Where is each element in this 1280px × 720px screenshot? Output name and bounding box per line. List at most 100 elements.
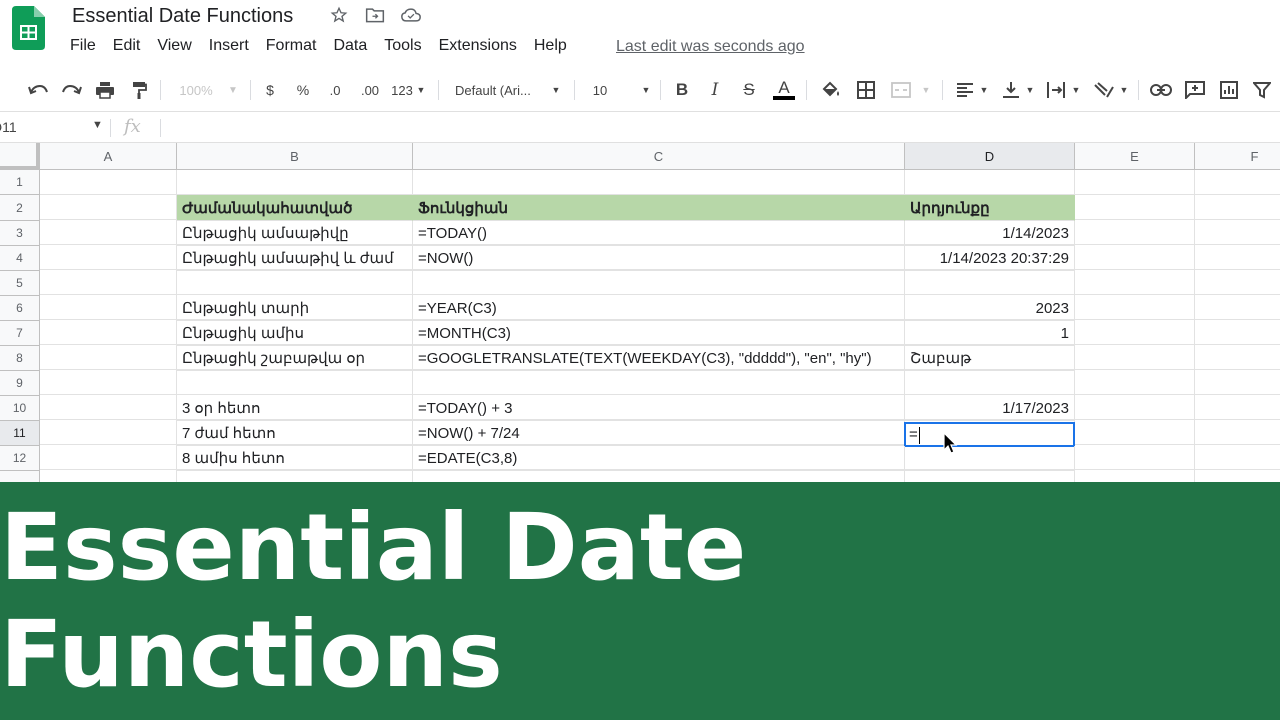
cell-b2[interactable]: Ժամանակահատված	[177, 195, 413, 221]
last-edit-link[interactable]: Last edit was seconds ago	[616, 38, 805, 56]
font-size-select[interactable]: 10	[590, 78, 610, 102]
row-header-5[interactable]: 5	[0, 271, 40, 296]
cell-c2[interactable]: Ֆունկցիան	[413, 195, 905, 221]
menu-view[interactable]: View	[157, 37, 199, 55]
cell-b4[interactable]: Ընթացիկ ամսաթիվ և ժամ	[177, 246, 413, 271]
cell-d8[interactable]: Շաբաթ	[905, 346, 1075, 371]
cell-c11[interactable]: =NOW() + 7/24	[413, 421, 905, 446]
font-size-chevron-down-icon[interactable]: ▼	[640, 78, 652, 102]
document-title[interactable]: Essential Date Functions	[72, 5, 293, 28]
menu-edit[interactable]: Edit	[113, 37, 149, 55]
bold-button[interactable]: B	[673, 78, 691, 102]
horizontal-align-icon[interactable]	[954, 78, 976, 102]
cell-d10[interactable]: 1/17/2023	[905, 396, 1075, 421]
merge-cells-icon[interactable]	[890, 78, 912, 102]
cell-b8[interactable]: Ընթացիկ շաբաթվա օր	[177, 346, 413, 371]
cell-c7[interactable]: =MONTH(C3)	[413, 321, 905, 346]
undo-icon[interactable]	[26, 78, 50, 102]
row-header-2[interactable]: 2	[0, 195, 40, 221]
cell-b7[interactable]: Ընթացիկ ամիս	[177, 321, 413, 346]
name-box[interactable]: D11	[0, 119, 17, 135]
zoom-chevron-down-icon[interactable]: ▼	[226, 78, 240, 102]
column-header-f[interactable]: F	[1195, 143, 1280, 170]
text-rotation-icon[interactable]	[1092, 78, 1116, 102]
cell-c6[interactable]: =YEAR(C3)	[413, 296, 905, 321]
name-box-chevron-down-icon[interactable]: ▼	[92, 119, 103, 131]
sheets-logo-icon[interactable]	[12, 6, 45, 50]
decrease-decimal-button[interactable]: .0	[326, 78, 344, 102]
cell-d6[interactable]: 2023	[905, 296, 1075, 321]
vertical-align-icon[interactable]	[1000, 78, 1022, 102]
cell-d4[interactable]: 1/14/2023 20:37:29	[905, 246, 1075, 271]
row-header-9[interactable]: 9	[0, 371, 40, 396]
currency-format-button[interactable]: $	[262, 78, 278, 102]
cell-b6[interactable]: Ընթացիկ տարի	[177, 296, 413, 321]
menu-insert[interactable]: Insert	[209, 37, 257, 55]
select-all-corner[interactable]	[0, 143, 40, 170]
more-formats-chevron-down-icon[interactable]: ▼	[416, 78, 426, 102]
column-header-d[interactable]: D	[905, 143, 1075, 170]
row-header-11[interactable]: 11	[0, 421, 40, 446]
row-header-8[interactable]: 8	[0, 346, 40, 371]
menu-help[interactable]: Help	[534, 37, 575, 55]
borders-icon[interactable]	[855, 78, 877, 102]
spreadsheet-grid[interactable]: A B C D E F 1 2 3 4 5 6 7 8 9 10 11 12 Ժ…	[0, 143, 1280, 483]
menu-format[interactable]: Format	[266, 37, 325, 55]
cell-c3[interactable]: =TODAY()	[413, 221, 905, 246]
row-header-4[interactable]: 4	[0, 246, 40, 271]
paint-format-icon[interactable]	[127, 78, 151, 102]
merge-chevron-down-icon[interactable]: ▼	[920, 78, 932, 102]
cell-b12[interactable]: 8 ամիս հետո	[177, 446, 413, 471]
text-wrapping-icon[interactable]	[1044, 78, 1068, 102]
menu-extensions[interactable]: Extensions	[439, 37, 525, 55]
italic-button[interactable]: I	[706, 78, 724, 102]
star-icon[interactable]	[328, 4, 350, 26]
cell-b3[interactable]: Ընթացիկ ամսաթիվը	[177, 221, 413, 246]
more-formats-button[interactable]: 123	[389, 78, 415, 102]
redo-icon[interactable]	[60, 78, 84, 102]
cell-d2[interactable]: Արդյունքը	[905, 195, 1075, 221]
menu-data[interactable]: Data	[333, 37, 375, 55]
row-header-7[interactable]: 7	[0, 321, 40, 346]
column-header-a[interactable]: A	[40, 143, 177, 170]
formula-input[interactable]	[170, 119, 1270, 137]
print-icon[interactable]	[93, 78, 117, 102]
row-header-6[interactable]: 6	[0, 296, 40, 321]
cell-b11[interactable]: 7 ժամ հետո	[177, 421, 413, 446]
wrap-chevron-down-icon[interactable]: ▼	[1070, 78, 1082, 102]
row-header-12[interactable]: 12	[0, 446, 40, 471]
cell-d3[interactable]: 1/14/2023	[905, 221, 1075, 246]
insert-chart-icon[interactable]	[1217, 78, 1241, 102]
insert-link-icon[interactable]	[1149, 78, 1173, 102]
cell-c4[interactable]: =NOW()	[413, 246, 905, 271]
cell-d7[interactable]: 1	[905, 321, 1075, 346]
text-color-button[interactable]: A	[772, 78, 796, 102]
increase-decimal-button[interactable]: .00	[358, 78, 382, 102]
cell-b10[interactable]: 3 օր հետո	[177, 396, 413, 421]
row-header-3[interactable]: 3	[0, 221, 40, 246]
cell-c10[interactable]: =TODAY() + 3	[413, 396, 905, 421]
rotation-chevron-down-icon[interactable]: ▼	[1118, 78, 1130, 102]
font-chevron-down-icon[interactable]: ▼	[550, 78, 562, 102]
cell-c8[interactable]: =GOOGLETRANSLATE(TEXT(WEEKDAY(C3), "dddd…	[413, 346, 905, 371]
column-header-b[interactable]: B	[177, 143, 413, 170]
menu-file[interactable]: File	[70, 37, 104, 55]
halign-chevron-down-icon[interactable]: ▼	[978, 78, 990, 102]
cloud-status-icon[interactable]	[400, 4, 422, 26]
row-header-10[interactable]: 10	[0, 396, 40, 421]
cell-d12[interactable]	[905, 446, 1075, 471]
column-header-c[interactable]: C	[413, 143, 905, 170]
strikethrough-button[interactable]: S	[739, 78, 759, 102]
menu-tools[interactable]: Tools	[384, 37, 429, 55]
percent-format-button[interactable]: %	[294, 78, 312, 102]
active-cell-d11[interactable]: =	[904, 422, 1075, 447]
insert-comment-icon[interactable]	[1183, 78, 1207, 102]
move-folder-icon[interactable]	[364, 4, 386, 26]
row-header-1[interactable]: 1	[0, 170, 40, 195]
active-cell-input[interactable]: =	[909, 426, 918, 443]
cell-c12[interactable]: =EDATE(C3,8)	[413, 446, 905, 471]
fill-color-icon[interactable]	[820, 78, 842, 102]
filter-icon[interactable]	[1251, 78, 1273, 102]
font-select[interactable]: Default (Ari...	[455, 78, 545, 102]
column-header-e[interactable]: E	[1075, 143, 1195, 170]
